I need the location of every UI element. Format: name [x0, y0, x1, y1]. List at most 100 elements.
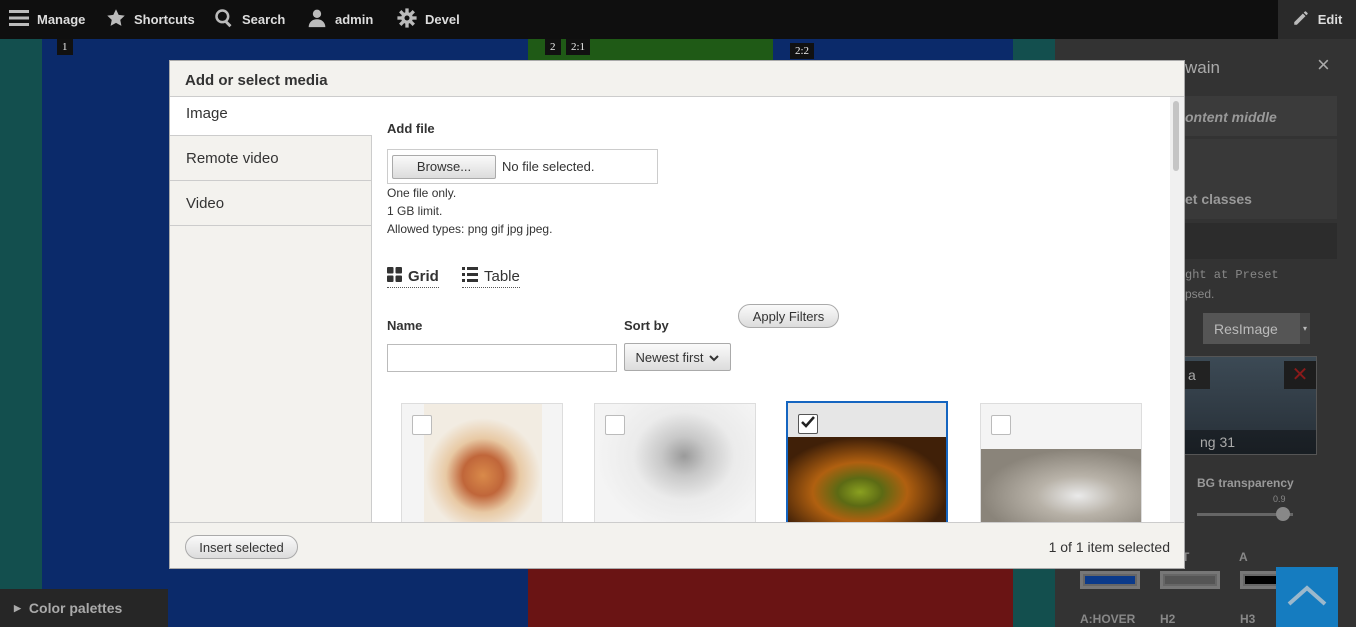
panel-collapsed-text: psed. [1185, 287, 1215, 301]
region-blue-bottom [168, 569, 528, 627]
scrollbar-thumb[interactable] [1173, 101, 1179, 171]
media-item-checkbox[interactable] [798, 414, 818, 434]
color-swatch-1[interactable] [1080, 571, 1140, 589]
color-swatch-2[interactable] [1160, 571, 1220, 589]
region-number-2-1: 2:1 [566, 39, 591, 55]
edit-label: Edit [1317, 12, 1343, 27]
bg-transparency-slider[interactable] [1197, 507, 1293, 521]
chevron-down-icon: ▾ [1300, 313, 1310, 344]
dialog-title: Add or select media [185, 72, 328, 89]
image-style-select[interactable]: ResImage ▾ [1203, 313, 1310, 344]
search-label: Search [242, 12, 286, 27]
name-filter-label: Name [387, 318, 423, 333]
panel-close-icon[interactable]: × [1317, 52, 1330, 78]
region-red [528, 569, 1013, 627]
user-icon [307, 8, 327, 31]
panel-classes-label: et classes [1185, 191, 1252, 207]
search-menu[interactable]: Search [214, 0, 285, 39]
sort-by-value: Newest first [635, 349, 704, 365]
media-item[interactable] [401, 403, 563, 522]
file-upload-field: Browse... No file selected. [387, 149, 658, 184]
view-grid-link[interactable]: Grid [387, 267, 439, 288]
devel-label: Devel [425, 12, 460, 27]
star-icon [106, 8, 126, 31]
add-file-label: Add file [387, 121, 435, 136]
panel-title: wain [1185, 58, 1220, 77]
region-green [528, 39, 773, 60]
tab-remote-video-label: Remote video [186, 149, 279, 167]
media-item[interactable] [980, 403, 1142, 522]
devel-menu[interactable]: Devel [397, 0, 460, 39]
select-value: ResImage [1214, 320, 1278, 337]
media-item[interactable] [594, 403, 756, 522]
help-one-file: One file only. [387, 186, 457, 200]
row-label-h3: H3 [1240, 612, 1256, 626]
tab-remote-video[interactable]: Remote video [170, 136, 371, 181]
tab-video[interactable]: Video [170, 181, 371, 226]
shortcuts-menu[interactable]: Shortcuts [106, 0, 195, 39]
dialog-footer: Insert selected 1 of 1 item selected [170, 522, 1184, 568]
admin-toolbar: Manage Shortcuts Search admin Devel Edit [0, 0, 1356, 39]
checkmark-icon [801, 415, 815, 433]
sort-by-label: Sort by [624, 318, 669, 333]
triangle-right-icon: ▶ [14, 602, 21, 613]
view-table-label: Table [484, 268, 520, 285]
chevron-up-icon [1285, 584, 1329, 611]
region-number-2-2: 2:2 [790, 43, 815, 59]
media-item-checkbox[interactable] [605, 415, 625, 435]
thumb-remove-icon[interactable]: ✕ [1284, 361, 1316, 389]
tab-image-label: Image [186, 105, 228, 122]
view-grid-label: Grid [408, 268, 439, 285]
selection-status: 1 of 1 item selected [1048, 539, 1170, 555]
media-library-dialog: Add or select media Image Remote video V… [169, 60, 1185, 569]
row-label-h2: H2 [1160, 612, 1176, 626]
media-type-tabs: Image Remote video Video [170, 97, 372, 522]
media-thumbnail-image [424, 404, 542, 522]
file-status: No file selected. [502, 159, 595, 174]
region-number-2: 2 [545, 39, 561, 55]
dialog-scrollbar[interactable] [1170, 97, 1184, 522]
media-thumbnail: a ✕ ng 31 [1183, 356, 1317, 455]
help-size-limit: 1 GB limit. [387, 204, 443, 218]
preset-text-1: ght at [1185, 268, 1236, 282]
preset-word: Preset [1235, 268, 1279, 282]
thumb-caption-b: ng 31 [1184, 430, 1316, 454]
region-teal [0, 39, 42, 627]
media-item-checkbox[interactable] [991, 415, 1011, 435]
apply-filters-button[interactable]: Apply Filters [738, 304, 839, 328]
color-palettes-label: Color palettes [28, 600, 123, 616]
manage-menu[interactable]: Manage [9, 0, 85, 39]
panel-section-title: ontent middle [1185, 109, 1277, 125]
media-item-selected[interactable] [786, 401, 948, 522]
view-table-link[interactable]: Table [462, 267, 520, 288]
media-thumbnail-image [788, 437, 946, 522]
browse-button[interactable]: Browse... [392, 154, 496, 179]
dialog-content: Add file Browse... No file selected. One… [373, 97, 1170, 522]
col-label-a: A [1239, 550, 1248, 564]
gear-icon [397, 8, 417, 31]
media-thumbnail-image [981, 449, 1141, 522]
edit-button[interactable]: Edit [1278, 0, 1356, 39]
slider-thumb[interactable] [1276, 507, 1291, 521]
pencil-icon [1292, 9, 1310, 30]
panel-preset-text: ght at Preset [1185, 268, 1279, 282]
row-label-ahover: A:HOVER [1080, 612, 1136, 626]
bg-transparency-value: 0.9 [1273, 494, 1286, 504]
insert-selected-button[interactable]: Insert selected [185, 535, 298, 559]
dialog-header: Add or select media [170, 61, 1184, 97]
media-item-checkbox[interactable] [412, 415, 432, 435]
shortcuts-label: Shortcuts [134, 12, 195, 27]
color-palettes-toggle[interactable]: ▶ Color palettes [0, 589, 168, 627]
scroll-to-top-button[interactable] [1276, 567, 1338, 627]
help-allowed-types: Allowed types: png gif jpg jpeg. [387, 222, 553, 236]
grid-icon [387, 267, 402, 286]
name-filter-input[interactable] [387, 344, 617, 372]
list-icon [462, 267, 478, 286]
chevron-down-icon [709, 350, 720, 365]
sort-by-select[interactable]: Newest first [624, 343, 731, 371]
user-menu[interactable]: admin [307, 0, 373, 39]
user-label: admin [335, 12, 374, 27]
bg-transparency-label: BG transparency [1197, 476, 1294, 490]
tab-video-label: Video [186, 194, 225, 212]
tab-image[interactable]: Image [170, 97, 372, 136]
